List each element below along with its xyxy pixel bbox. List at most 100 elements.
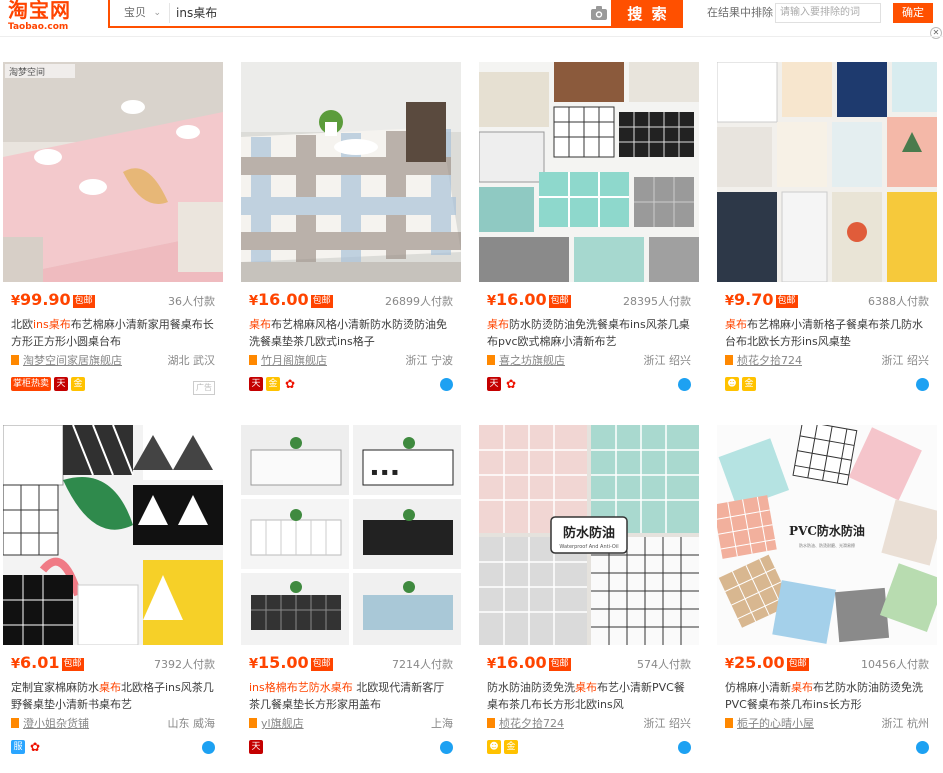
- shop-icon: [249, 355, 257, 365]
- product-title[interactable]: 桌布布艺棉麻风格小清新防水防烫防油免洗餐桌垫茶几欧式ins格子: [249, 316, 455, 350]
- price: ¥16.00 包邮: [249, 290, 333, 309]
- location: 山东 威海: [167, 717, 216, 730]
- product-title[interactable]: 桌布布艺棉麻小清新格子餐桌布茶几防水台布北欧长方形ins风桌垫: [725, 316, 931, 350]
- shop-icon: [725, 355, 733, 365]
- shop-link[interactable]: 桢花夕拾724: [725, 353, 802, 369]
- product-card[interactable]: 淘梦空间 ¥99.90 包邮 36人付款 北欧ins桌布布艺棉麻小清新家用餐桌布长…: [3, 62, 223, 410]
- price: ¥16.00 包邮: [487, 653, 571, 672]
- product-card[interactable]: ¥6.01 包邮 7392人付款 定制宜家棉麻防水桌布北欧格子ins风茶几野餐桌垫…: [3, 425, 223, 773]
- shop-icon: [487, 718, 495, 728]
- water-drop-icon: [440, 378, 453, 391]
- shop-link[interactable]: 竹月阁旗舰店: [249, 353, 327, 369]
- shop-link[interactable]: 澄小姐杂货铺: [11, 716, 89, 732]
- product-title[interactable]: 定制宜家棉麻防水桌布北欧格子ins风茶几野餐桌垫小清新书桌布艺: [11, 679, 217, 713]
- badges: ☻ 金: [725, 377, 759, 393]
- paid-count: 28395人付款: [623, 295, 691, 308]
- water-drop-icon: [916, 378, 929, 391]
- svg-text:▪ ▪ ▪: ▪ ▪ ▪: [371, 467, 398, 478]
- shop-link[interactable]: 喜之坊旗舰店: [487, 353, 565, 369]
- product-image[interactable]: PVC防水防油 防水防油、防烫耐磨、光滑易擦: [717, 425, 937, 645]
- confirm-button[interactable]: 确定: [893, 3, 933, 23]
- flower-icon: ✿: [283, 377, 297, 391]
- brand-watermark: 淘梦空间: [9, 66, 45, 78]
- exclude-label: 在结果中排除: [707, 6, 773, 19]
- member-icon: 服: [11, 740, 25, 754]
- free-shipping-badge: 包邮: [61, 658, 84, 671]
- free-shipping-badge: 包邮: [775, 295, 798, 308]
- price: ¥16.00 包邮: [487, 290, 571, 309]
- shop-link[interactable]: 桢花夕拾724: [487, 716, 564, 732]
- price: ¥99.90 包邮: [11, 290, 95, 309]
- product-card[interactable]: ¥9.70 包邮 6388人付款 桌布布艺棉麻小清新格子餐桌布茶几防水台布北欧长方…: [717, 62, 937, 410]
- price: ¥15.00 包邮: [249, 653, 333, 672]
- search-button[interactable]: 搜 索: [613, 0, 683, 28]
- close-icon[interactable]: ✕: [930, 27, 942, 39]
- product-image[interactable]: 淘梦空间: [3, 62, 223, 282]
- scope-label: 宝贝: [124, 6, 146, 19]
- product-card[interactable]: ¥16.00 包邮 26899人付款 桌布布艺棉麻风格小清新防水防烫防油免洗餐桌垫…: [241, 62, 461, 410]
- ad-label: 广告: [193, 381, 215, 395]
- top-bar: 淘宝网 Taobao.com 宝贝 ⌄ ins桌布 搜 索 在结果中排除 请输入…: [0, 0, 943, 39]
- product-title[interactable]: 防水防油防烫免洗桌布布艺小清新PVC餐桌布茶几布长方形北欧ins风: [487, 679, 693, 713]
- price: ¥9.70 包邮: [725, 290, 798, 309]
- gold-seller-icon: 金: [71, 377, 86, 391]
- image-label: 防水防油: [563, 525, 615, 541]
- search-scope-select[interactable]: 宝贝 ⌄: [112, 3, 170, 23]
- tmall-icon: 天: [487, 377, 501, 391]
- paid-count: 6388人付款: [868, 295, 929, 308]
- product-image[interactable]: [3, 425, 223, 645]
- product-card[interactable]: ¥16.00 包邮 28395人付款 桌布防水防烫防油免洗餐桌布ins风茶几桌布p…: [479, 62, 699, 410]
- shop-link[interactable]: 栀子的心晴小屋: [725, 716, 814, 732]
- product-image[interactable]: [479, 62, 699, 282]
- price: ¥25.00 包邮: [725, 653, 809, 672]
- location: 浙江 绍兴: [643, 717, 692, 730]
- product-card[interactable]: 防水防油 Waterproof And Anti-Oil ¥16.00 包邮 57…: [479, 425, 699, 773]
- shop-link[interactable]: 淘梦空间家居旗舰店: [11, 353, 122, 369]
- camera-icon[interactable]: [590, 4, 608, 22]
- product-card[interactable]: ▪ ▪ ▪ ¥15.00 包邮 7214人付款 ins格棉布艺防水桌布 北欧现代…: [241, 425, 461, 773]
- logo-sub: Taobao.com: [8, 22, 69, 32]
- gold-seller-icon: 金: [742, 377, 756, 391]
- gold-seller-icon: 金: [266, 377, 280, 391]
- paid-count: 7214人付款: [392, 658, 453, 671]
- location: 浙江 绍兴: [643, 354, 692, 367]
- paid-count: 574人付款: [637, 658, 691, 671]
- badges: 天: [249, 740, 266, 756]
- tmall-icon: 天: [249, 740, 263, 754]
- product-title[interactable]: ins格棉布艺防水桌布 北欧现代清新客厅茶几餐桌垫长方形家用盖布: [249, 679, 455, 713]
- image-sublabel: Waterproof And Anti-Oil: [559, 544, 618, 550]
- location: 浙江 杭州: [881, 717, 930, 730]
- tmall-icon: 天: [54, 377, 69, 391]
- flower-icon: ✿: [28, 740, 42, 754]
- location: 湖北 武汉: [167, 354, 216, 367]
- product-card[interactable]: PVC防水防油 防水防油、防烫耐磨、光滑易擦 ¥25.00 包邮 10456人付款…: [717, 425, 937, 773]
- free-shipping-badge: 包邮: [786, 658, 809, 671]
- free-shipping-badge: 包邮: [548, 658, 571, 671]
- badges: ☻ 金: [487, 740, 521, 756]
- gold-crown-icon: ☻: [487, 740, 501, 754]
- product-title[interactable]: 仿棉麻小清新桌布布艺防水防油防烫免洗PVC餐桌布茶几布ins长方形: [725, 679, 931, 713]
- location: 浙江 绍兴: [881, 354, 930, 367]
- product-image[interactable]: 防水防油 Waterproof And Anti-Oil: [479, 425, 699, 645]
- hot-badge: 掌柜热卖: [11, 377, 52, 391]
- image-sublabel: 防水防油、防烫耐磨、光滑易擦: [799, 542, 855, 548]
- location: 浙江 宁波: [405, 354, 454, 367]
- search-input[interactable]: ins桌布: [176, 3, 576, 23]
- free-shipping-badge: 包邮: [310, 295, 333, 308]
- product-image[interactable]: [241, 62, 461, 282]
- exclude-input[interactable]: 请输入要排除的词: [775, 3, 881, 23]
- shop-link[interactable]: yl旗舰店: [249, 716, 304, 732]
- logo-main: 淘宝网: [8, 0, 71, 22]
- search-box: 宝贝 ⌄ ins桌布: [108, 0, 613, 28]
- product-title[interactable]: 桌布防水防烫防油免洗餐桌布ins风茶几桌布pvc欧式棉麻小清新布艺: [487, 316, 693, 350]
- badges: 服 ✿: [11, 740, 45, 756]
- product-image[interactable]: [717, 62, 937, 282]
- water-drop-icon: [678, 378, 691, 391]
- paid-count: 7392人付款: [154, 658, 215, 671]
- taobao-logo[interactable]: 淘宝网 Taobao.com: [8, 0, 88, 34]
- shop-icon: [11, 718, 19, 728]
- product-image[interactable]: ▪ ▪ ▪: [241, 425, 461, 645]
- tmall-icon: 天: [249, 377, 263, 391]
- product-title[interactable]: 北欧ins桌布布艺棉麻小清新家用餐桌布长方形正方形小圆桌台布: [11, 316, 217, 350]
- image-label: PVC防水防油: [789, 523, 865, 538]
